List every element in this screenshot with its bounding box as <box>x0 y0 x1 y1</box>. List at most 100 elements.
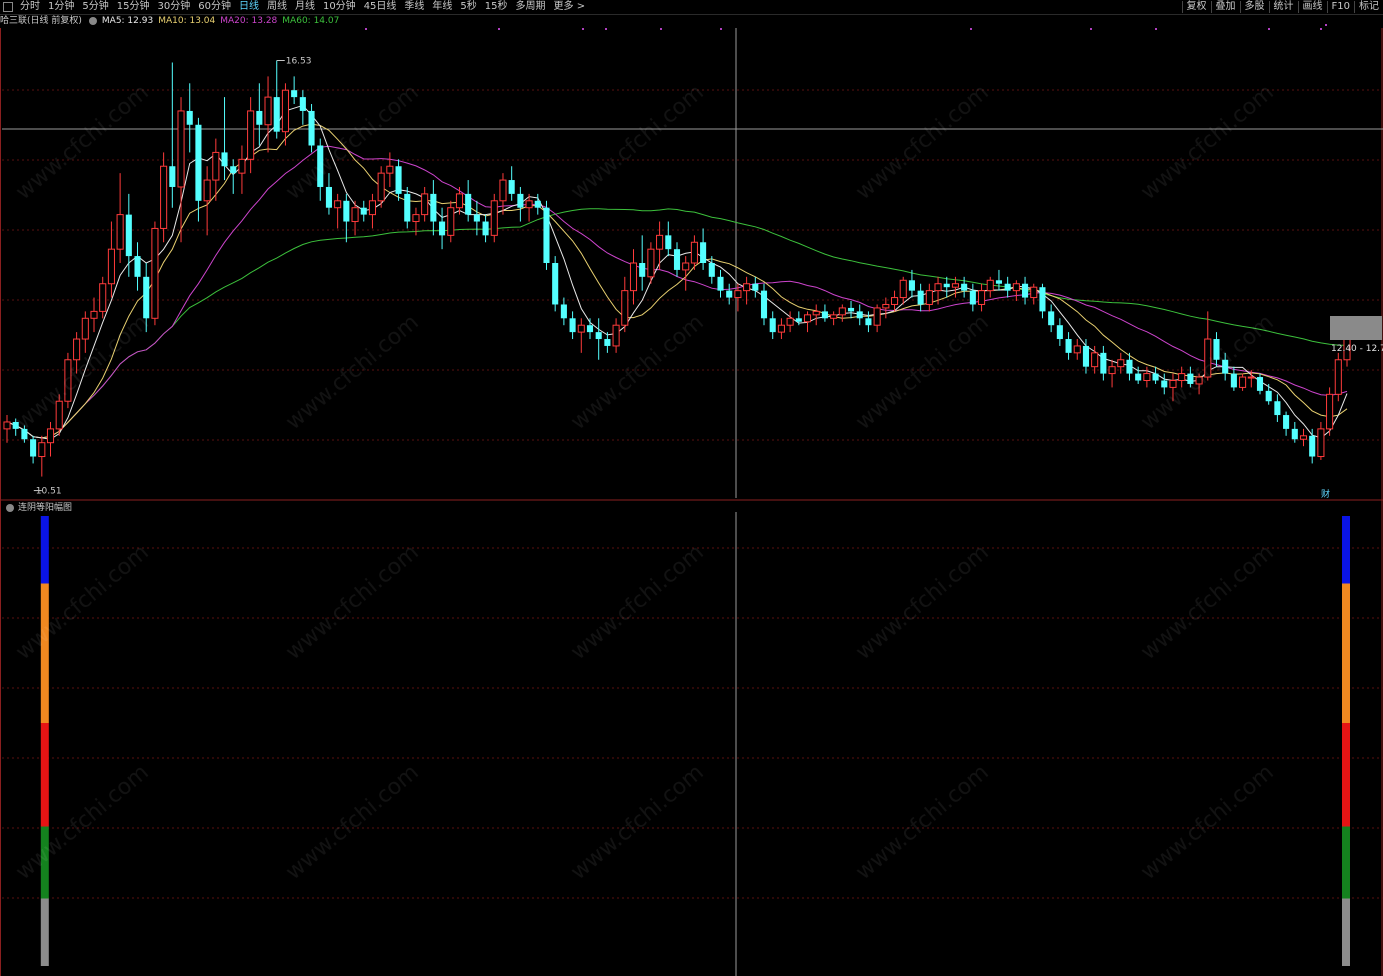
event-marker <box>1268 28 1270 30</box>
candle-body-down <box>595 332 602 340</box>
candle-body-down <box>1048 311 1055 326</box>
candle-body-down <box>430 193 437 222</box>
candle-body-down <box>760 290 768 319</box>
candle-body-up <box>38 442 46 458</box>
candle-body-up <box>682 262 690 271</box>
candle-body-down <box>821 311 828 319</box>
candle-body-down <box>439 221 446 236</box>
low-label: 10.51 <box>36 487 62 497</box>
candle-body-up <box>1334 359 1342 395</box>
candle-body-up <box>1247 376 1255 379</box>
candle-body-down <box>560 304 567 319</box>
candle-body-down <box>1222 359 1229 374</box>
candle-body-up <box>690 241 698 264</box>
candle-body-up <box>151 227 159 319</box>
candle-body-down <box>1126 359 1133 374</box>
candle-body-down <box>325 186 332 208</box>
event-marker <box>582 28 584 30</box>
candle-body-up <box>656 234 664 250</box>
candle-body-down <box>543 207 550 263</box>
candle-body-up <box>203 179 211 202</box>
kline-chart[interactable]: 16.53 10.51 12.40 - 12.7 财 <box>0 0 1383 976</box>
candle-body-up <box>525 200 533 209</box>
candle-body-up <box>412 214 420 223</box>
event-marker <box>605 28 607 30</box>
candle-body-up <box>1091 352 1099 368</box>
candle-body-down <box>908 280 915 291</box>
candle-body-up <box>81 317 89 340</box>
price-tag-box <box>1330 316 1382 340</box>
candle-body-down <box>1056 325 1063 340</box>
candle-body-up <box>830 314 838 319</box>
candle-body-down <box>717 276 724 291</box>
candle-body-up <box>107 248 115 285</box>
candle-body-down <box>1152 373 1159 381</box>
candle-body-down <box>795 318 802 322</box>
candle-body-up <box>64 359 72 402</box>
candle-body-down <box>482 221 489 236</box>
candle-body-down <box>1022 283 1029 298</box>
candle-body-up <box>1195 376 1203 385</box>
candle-body-down <box>125 214 132 257</box>
event-marker <box>1155 28 1157 30</box>
candle-body-down <box>943 283 950 288</box>
candle-body-up <box>777 324 785 333</box>
candle-body-up <box>890 297 899 305</box>
indicator-bar-segment <box>1342 723 1350 827</box>
candle-body-down <box>917 290 924 305</box>
candle-body-up <box>116 214 124 250</box>
candle-body-down <box>700 242 707 263</box>
candle-body-down <box>473 214 480 222</box>
candle-body-up <box>612 324 620 347</box>
candle-body-down <box>604 339 611 346</box>
candle-body-up <box>986 279 994 292</box>
candle-body-up <box>334 200 342 209</box>
candle-body-up <box>882 303 890 309</box>
candle-body-down <box>1230 373 1237 388</box>
candle-body-up <box>1178 373 1186 381</box>
candle-body-up <box>978 290 986 305</box>
candle-body-down <box>865 318 872 326</box>
candle-body-up <box>838 307 846 316</box>
candle-body-down <box>299 97 306 111</box>
event-marker <box>365 28 367 30</box>
candle-body-down <box>221 152 228 167</box>
candle-body-down <box>308 110 315 146</box>
candle-body-up <box>1117 359 1125 368</box>
candle-body-up <box>1317 428 1325 458</box>
candle-body-down <box>534 200 541 208</box>
candle-body-down <box>360 207 367 215</box>
candle-body-up <box>1169 380 1177 388</box>
candle-body-down <box>186 110 193 125</box>
indicator-bar-segment <box>1342 516 1350 584</box>
candle-body-up <box>177 110 185 188</box>
candle-body-down <box>665 235 672 250</box>
candle-body-up <box>247 110 255 160</box>
candle-body-down <box>273 97 280 132</box>
candle-body-down <box>1309 435 1316 457</box>
candle-body-up <box>812 310 820 316</box>
candle-body-down <box>1100 352 1107 374</box>
candle-body-up <box>99 283 107 312</box>
indicator-bar-segment <box>1342 826 1350 899</box>
candle-body-up <box>447 207 455 236</box>
candle-body-down <box>134 256 141 277</box>
candle-body-up <box>1012 283 1020 292</box>
candle-body-up <box>743 283 751 292</box>
high-label: 16.53 <box>286 56 312 66</box>
candle-body-up <box>803 314 812 323</box>
candle-body-down <box>569 318 576 333</box>
candle-body-up <box>3 421 11 430</box>
candle-body-down <box>1161 380 1168 388</box>
candle-body-up <box>925 290 933 305</box>
candle-body-up <box>621 290 629 326</box>
candle-body-down <box>508 180 515 194</box>
candle-body-down <box>969 290 976 305</box>
candle-body-down <box>404 193 411 222</box>
candle-body-down <box>1187 373 1194 384</box>
candle-body-up <box>629 262 638 292</box>
candle-body-down <box>552 263 559 305</box>
candle-body-down <box>961 283 968 291</box>
candle-body-down <box>1265 390 1272 402</box>
candle-body-up <box>455 193 464 209</box>
